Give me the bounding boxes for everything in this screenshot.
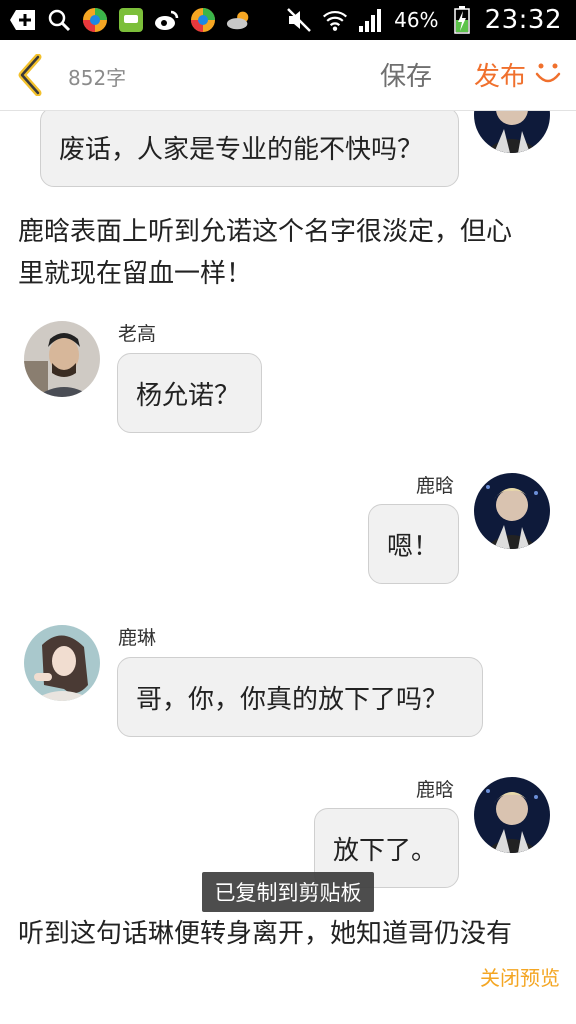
sender-name: 鹿晗 bbox=[416, 475, 455, 497]
sender-name: 老高 bbox=[118, 323, 157, 345]
message-text: 嗯！ bbox=[387, 531, 440, 562]
sender-name: 鹿晗 bbox=[416, 779, 455, 801]
narration-text: 听到这句话琳便转身离开，她知道哥仍没有 bbox=[18, 913, 512, 955]
narration-line: 听到这句话琳便转身离开，她知道哥仍没有 bbox=[18, 919, 513, 949]
app-icon-1 bbox=[82, 7, 108, 33]
weibo-icon bbox=[154, 7, 180, 33]
avatar-luhan bbox=[474, 777, 550, 853]
publish-button[interactable]: 发布 bbox=[474, 56, 526, 93]
message-text: 哥，你，你真的放下了吗？ bbox=[136, 684, 449, 715]
back-chevron-icon bbox=[18, 53, 42, 97]
system-indicators: 46% 23:32 bbox=[286, 4, 562, 36]
avatar-laogao bbox=[24, 321, 100, 397]
weather-icon bbox=[226, 7, 252, 33]
back-button[interactable] bbox=[14, 53, 48, 97]
status-bar: 46% 23:32 bbox=[0, 0, 576, 40]
save-button[interactable]: 保存 bbox=[380, 56, 432, 93]
message-bubble: 嗯！ bbox=[368, 504, 459, 584]
notification-icons bbox=[10, 6, 252, 34]
clock: 23:32 bbox=[484, 5, 562, 35]
mute-icon bbox=[286, 7, 312, 33]
close-preview-button[interactable]: 关闭预览 bbox=[480, 962, 560, 991]
message-bubble: 哥，你，你真的放下了吗？ bbox=[117, 657, 483, 737]
narration-line: 鹿晗表面上听到允诺这个名字很淡定，但心 bbox=[18, 217, 513, 247]
emoji-icon[interactable] bbox=[532, 58, 564, 90]
avatar-lulin bbox=[24, 625, 100, 701]
message-text: 放下了。 bbox=[333, 835, 438, 866]
editor-header: 852字 保存 发布 bbox=[0, 40, 576, 111]
message-bubble: 废话，人家是专业的能不快吗？ bbox=[40, 111, 459, 187]
app-icon-2 bbox=[118, 7, 144, 33]
message-text: 废话，人家是专业的能不快吗？ bbox=[59, 134, 424, 165]
word-count: 852字 bbox=[68, 66, 127, 90]
avatar-luhan bbox=[474, 111, 550, 153]
signal-icon bbox=[358, 7, 384, 33]
avatar-luhan bbox=[474, 473, 550, 549]
narration-text: 鹿晗表面上听到允诺这个名字很淡定，但心 里就现在留血一样！ bbox=[18, 211, 512, 295]
search-icon bbox=[46, 7, 72, 33]
app-icon-3 bbox=[190, 7, 216, 33]
sender-name: 鹿琳 bbox=[118, 627, 157, 649]
add-notification-icon bbox=[10, 7, 36, 33]
battery-charging-icon bbox=[449, 6, 475, 34]
message-bubble: 杨允诺？ bbox=[117, 353, 262, 433]
copied-toast: 已复制到剪贴板 bbox=[202, 872, 374, 912]
message-text: 杨允诺？ bbox=[136, 380, 241, 411]
wifi-icon bbox=[322, 7, 348, 33]
narration-line: 里就现在留血一样！ bbox=[18, 259, 253, 289]
battery-percent: 46% bbox=[394, 8, 439, 32]
